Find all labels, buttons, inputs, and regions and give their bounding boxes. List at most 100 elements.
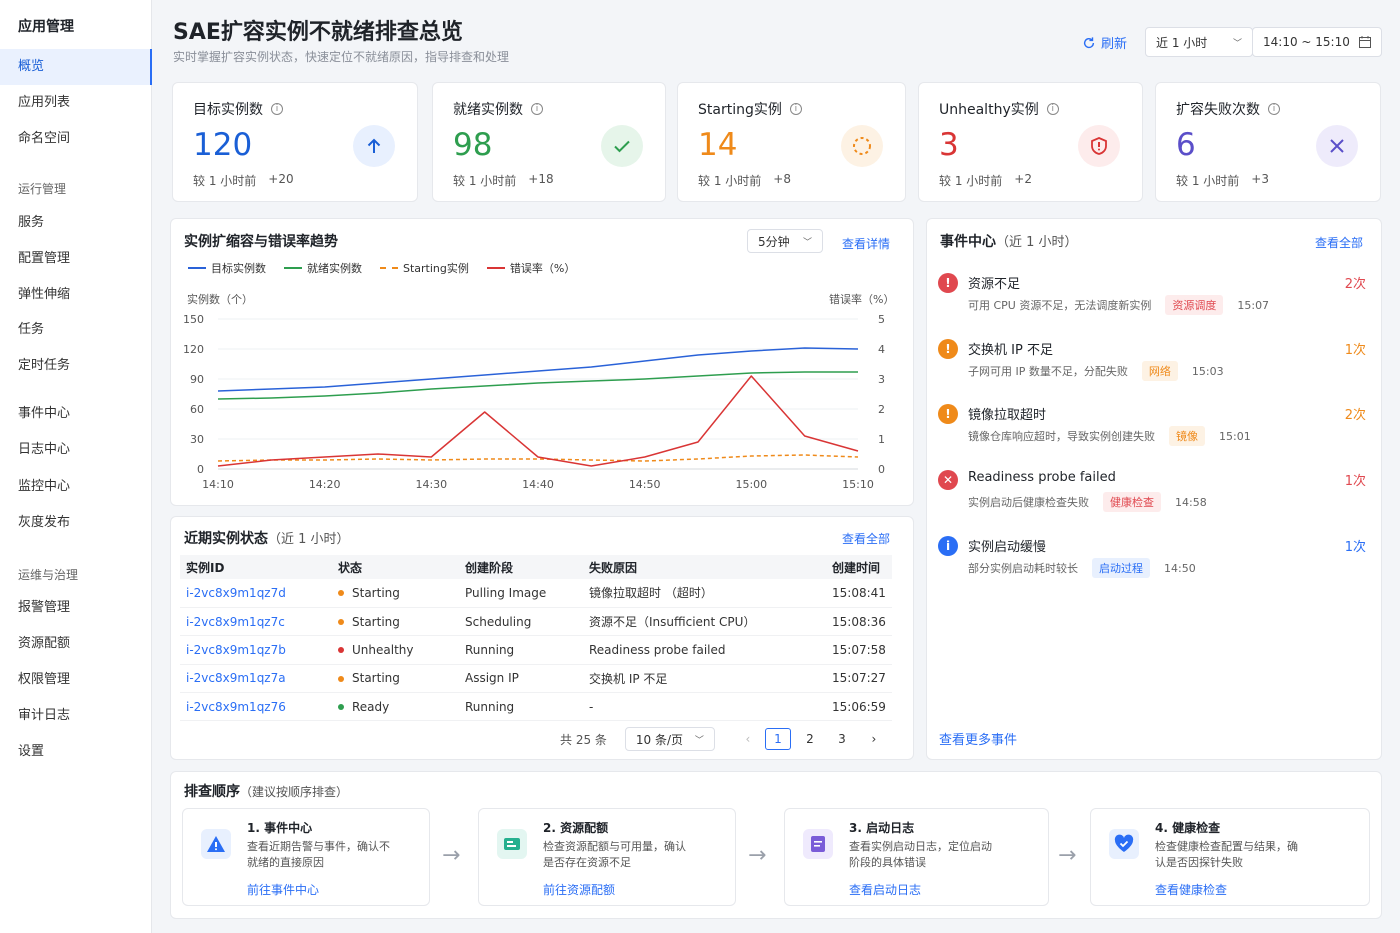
- sidebar-item-services[interactable]: 服务: [0, 205, 152, 241]
- close-icon: [1316, 125, 1358, 167]
- info-icon[interactable]: i: [531, 103, 543, 115]
- kpi-value: 120: [193, 127, 253, 163]
- status-cell: Starting: [332, 579, 459, 608]
- sidebar-item-app-list[interactable]: 应用列表: [0, 85, 152, 121]
- sidebar-item-autoscaling[interactable]: 弹性伸缩: [0, 277, 152, 313]
- events-view-all-link[interactable]: 查看全部: [1315, 234, 1363, 251]
- sidebar-title: 应用管理: [18, 19, 74, 35]
- step-card: 2. 资源配额 检查资源配额与可用量，确认是否存在资源不足 前往资源配额: [478, 808, 736, 906]
- legend-item[interactable]: 错误率（%）: [486, 260, 575, 276]
- instance-id-link[interactable]: i-2vc8x9m1qz76: [180, 692, 332, 722]
- sidebar-item-settings[interactable]: 设置: [0, 734, 152, 770]
- event-item[interactable]: ✕ Readiness probe failed 实例启动后健康检查失败 健康检…: [938, 470, 1368, 514]
- x-tick-label: 14:40: [522, 478, 554, 491]
- x-tick-label: 14:50: [629, 478, 661, 491]
- calendar-icon: [1359, 36, 1371, 48]
- chevron-down-icon: ﹀: [1232, 38, 1242, 49]
- event-severity-icon: i: [938, 536, 958, 556]
- sidebar-item-monitor-center[interactable]: 监控中心: [0, 469, 152, 505]
- y-right-tick-label: 1: [878, 433, 885, 446]
- sidebar-item-audit-log[interactable]: 审计日志: [0, 698, 152, 734]
- kpi-card: Unhealthy实例 i 3 较 1 小时前 +2: [918, 82, 1143, 202]
- info-icon[interactable]: i: [1046, 103, 1059, 115]
- sidebar-item-namespace[interactable]: 命名空间: [0, 121, 152, 157]
- prev-page-button[interactable]: ‹: [735, 728, 761, 750]
- sidebar-item-log-center[interactable]: 日志中心: [0, 432, 152, 468]
- event-tag: 健康检查: [1103, 492, 1161, 512]
- more-events-link[interactable]: 查看更多事件: [939, 729, 1017, 748]
- trend-details-link[interactable]: 查看详情: [842, 235, 890, 252]
- legend-item[interactable]: 就绪实例数: [284, 260, 362, 276]
- events-title: 事件中心（近 1 小时）: [940, 234, 1078, 250]
- col-header: 创建阶段: [459, 555, 583, 579]
- interval-select[interactable]: 5分钟 ﹀: [747, 229, 823, 253]
- table-row: i-2vc8x9m1qz7c Starting Scheduling 资源不足（…: [180, 607, 892, 637]
- time-span-picker[interactable]: 14:10 ~ 15:10: [1252, 27, 1382, 57]
- instance-id-link[interactable]: i-2vc8x9m1qz7d: [180, 579, 332, 608]
- time-cell: 15:08:36: [826, 607, 892, 637]
- event-count: 1次: [1344, 343, 1366, 358]
- log-icon: [803, 829, 833, 859]
- sidebar-item-quota[interactable]: 资源配额: [0, 626, 152, 662]
- col-header: 失败原因: [583, 555, 826, 579]
- series-line-0: [217, 347, 859, 392]
- instance-id-link[interactable]: i-2vc8x9m1qz7b: [180, 635, 332, 665]
- sidebar-group-runtime: 运行管理: [18, 182, 67, 196]
- arrow-right-icon: →: [748, 843, 767, 868]
- sidebar-item-jobs[interactable]: 任务: [0, 312, 152, 348]
- kpi-card: 就绪实例数 i 98 较 1 小时前 +18: [432, 82, 666, 202]
- step-title: 4. 健康检查: [1155, 821, 1221, 835]
- step-link[interactable]: 查看启动日志: [849, 881, 921, 898]
- kpi-delta: 较 1 小时前 +3: [1176, 172, 1269, 188]
- sidebar-item-config[interactable]: 配置管理: [0, 241, 152, 277]
- sidebar-item-cron-jobs[interactable]: 定时任务: [0, 348, 152, 384]
- trend-title: 实例扩缩容与错误率趋势: [184, 234, 338, 250]
- table-header-row: 实例ID 状态 创建阶段 失败原因 创建时间: [180, 555, 892, 579]
- loading-icon: [841, 125, 883, 167]
- step-link[interactable]: 前往资源配额: [543, 881, 615, 898]
- steps-title: 排查顺序（建议按顺序排查）: [184, 784, 349, 800]
- instance-id-link[interactable]: i-2vc8x9m1qz7c: [180, 607, 332, 637]
- legend-item[interactable]: 目标实例数: [188, 260, 266, 276]
- chart-legend: 目标实例数 就绪实例数 Starting实例 错误率（%）: [188, 260, 575, 276]
- y-left-tick-label: 90: [190, 373, 204, 386]
- sidebar-item-alerts[interactable]: 报警管理: [0, 590, 152, 626]
- event-item[interactable]: ! 交换机 IP 不足 子网可用 IP 数量不足，分配失败 网络 15:03 1…: [938, 339, 1368, 383]
- sidebar-item-event-center[interactable]: 事件中心: [0, 396, 152, 432]
- time-cell: 15:07:58: [826, 635, 892, 665]
- page-button[interactable]: 2: [797, 728, 823, 750]
- sidebar-group-ops: 运维与治理: [18, 568, 79, 582]
- kpi-label: Starting实例 i: [698, 99, 802, 119]
- event-title: Readiness probe failed: [968, 470, 1116, 485]
- sidebar-item-permissions[interactable]: 权限管理: [0, 662, 152, 698]
- check-icon: [601, 125, 643, 167]
- page-button[interactable]: 3: [829, 728, 855, 750]
- refresh-button[interactable]: 刷新: [1082, 33, 1127, 52]
- info-icon[interactable]: i: [789, 103, 802, 115]
- step-card: 3. 启动日志 查看实例启动日志，定位启动阶段的具体错误 查看启动日志: [784, 808, 1049, 906]
- sidebar-item-canary-release[interactable]: 灰度发布: [0, 505, 152, 541]
- recent-instances-table: 实例ID 状态 创建阶段 失败原因 创建时间 i-2vc8x9m1qz7d St…: [180, 555, 892, 722]
- legend-item[interactable]: Starting实例: [380, 260, 469, 276]
- step-link[interactable]: 查看健康检查: [1155, 881, 1227, 898]
- stage-cell: Scheduling: [459, 607, 583, 637]
- step-desc: 检查健康检查配置与结果，确认是否因探针失败: [1155, 840, 1298, 869]
- info-icon[interactable]: i: [1268, 103, 1280, 115]
- col-header: 状态: [332, 555, 459, 579]
- step-link[interactable]: 前往事件中心: [247, 881, 319, 898]
- table-row: i-2vc8x9m1qz7b Unhealthy Running Readine…: [180, 635, 892, 665]
- page-size-select[interactable]: 10 条/页 ﹀: [624, 727, 715, 751]
- event-item[interactable]: i 实例启动缓慢 部分实例启动耗时较长 启动过程 14:50 1次: [938, 536, 1368, 580]
- info-icon[interactable]: i: [271, 103, 283, 115]
- sidebar-item-overview[interactable]: 概览: [0, 49, 152, 85]
- col-header: 实例ID: [180, 555, 332, 579]
- refresh-label: 刷新: [1101, 37, 1128, 52]
- page-button[interactable]: 1: [764, 728, 791, 750]
- event-item[interactable]: ! 资源不足 可用 CPU 资源不足，无法调度新实例 资源调度 15:07 2次: [938, 273, 1368, 317]
- event-item[interactable]: ! 镜像拉取超时 镜像仓库响应超时，导致实例创建失败 镜像 15:01 2次: [938, 404, 1368, 448]
- recent-view-all-link[interactable]: 查看全部: [842, 530, 890, 547]
- next-page-button[interactable]: ›: [861, 728, 887, 750]
- instance-id-link[interactable]: i-2vc8x9m1qz7a: [180, 664, 332, 694]
- status-dot: [338, 590, 344, 597]
- time-range-select[interactable]: 近 1 小时 ﹀: [1145, 27, 1253, 57]
